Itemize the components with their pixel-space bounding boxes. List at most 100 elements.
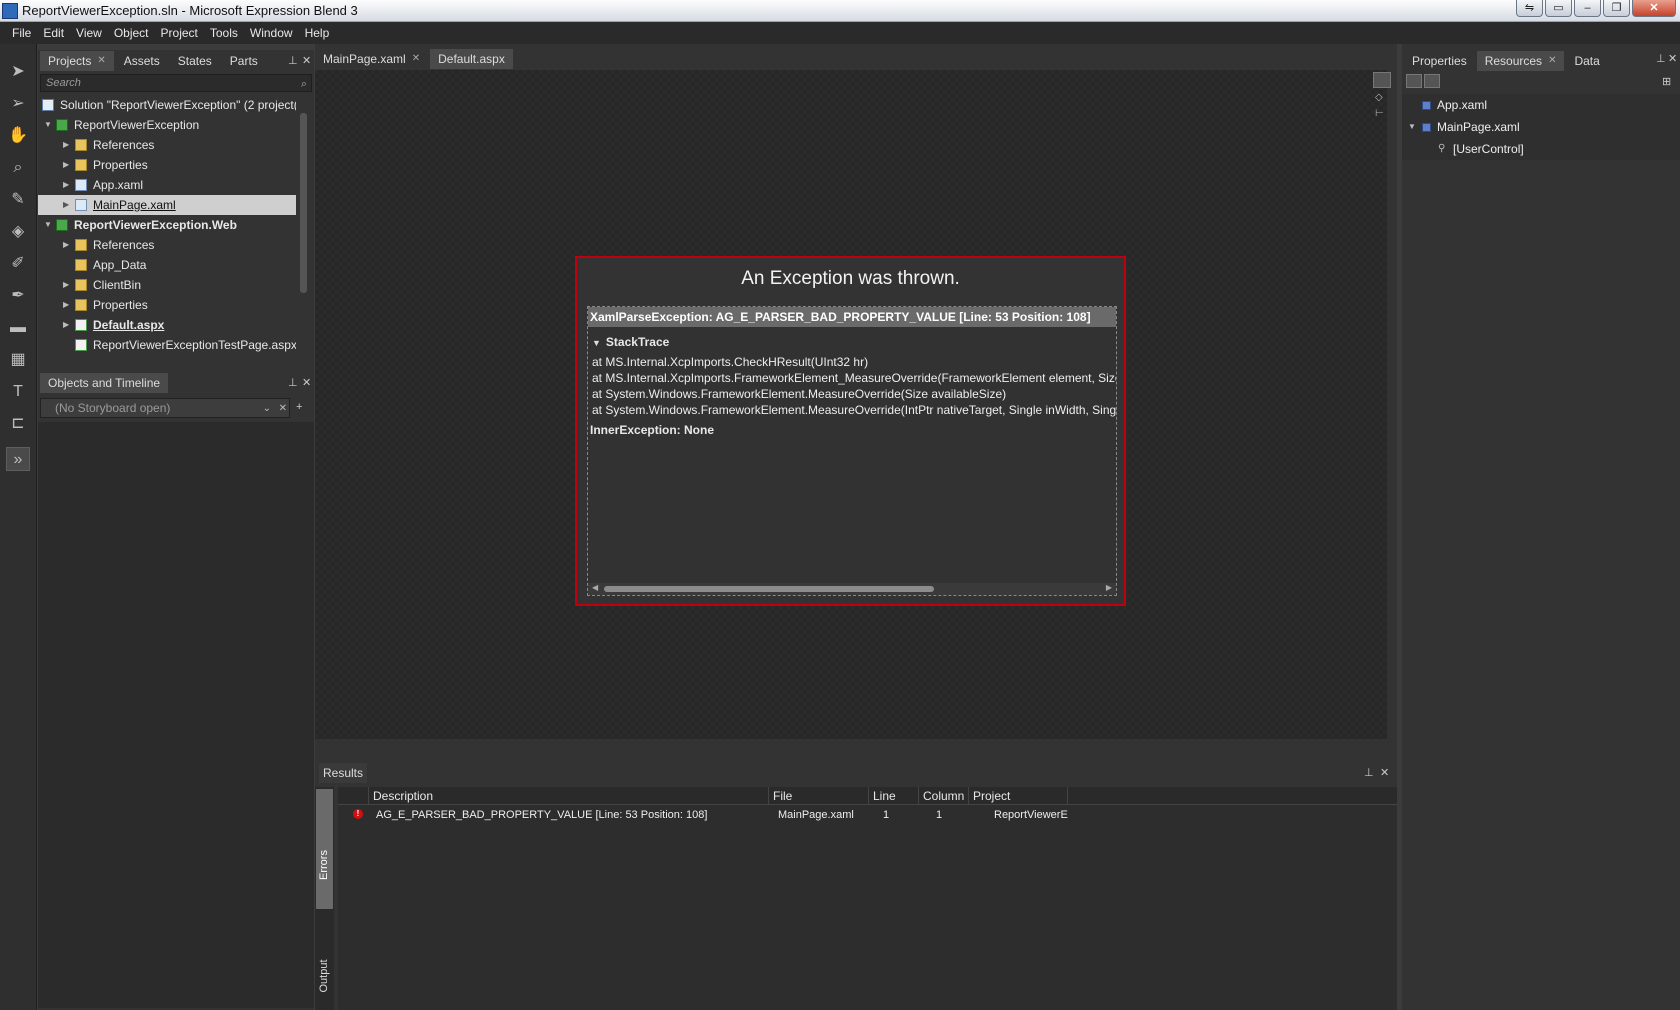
menu-tools[interactable]: Tools: [204, 22, 244, 44]
paint-bucket-icon[interactable]: ◈: [6, 220, 30, 244]
pin-icon[interactable]: ⊥: [288, 54, 298, 67]
tab-parts[interactable]: Parts: [222, 51, 266, 71]
tree-item-solution[interactable]: Solution "ReportViewerException" (2 proj…: [38, 95, 296, 115]
zoom-icon[interactable]: ⌕: [6, 156, 30, 180]
column-file[interactable]: File: [768, 787, 868, 805]
collapse-arrow-icon[interactable]: ▼: [592, 338, 601, 348]
resource-usercontrol[interactable]: ⚲ [UserControl]: [1402, 138, 1680, 160]
tree-scrollbar[interactable]: [296, 95, 312, 370]
close-icon[interactable]: ✕: [97, 51, 105, 71]
close-icon[interactable]: ✕: [1548, 51, 1556, 71]
close-icon[interactable]: ✕: [1668, 52, 1677, 65]
rectangle-icon[interactable]: ▬: [6, 316, 30, 340]
menu-file[interactable]: File: [6, 22, 37, 44]
scrollbar-thumb[interactable]: [604, 586, 934, 592]
menu-project[interactable]: Project: [155, 22, 204, 44]
expand-arrow-icon[interactable]: ▼: [44, 115, 52, 135]
brush-transform-icon[interactable]: ✐: [6, 252, 30, 276]
storyboard-options-icon[interactable]: ⌄: [263, 400, 271, 418]
asset-library-icon[interactable]: »: [6, 447, 30, 471]
tab-default-aspx[interactable]: Default.aspx: [430, 49, 513, 69]
exception-hscrollbar[interactable]: ◀ ▶: [588, 583, 1116, 595]
close-storyboard-icon[interactable]: ✕: [279, 400, 287, 418]
tab-mainpage-xaml[interactable]: MainPage.xaml ✕: [315, 49, 428, 69]
scroll-right-icon[interactable]: ▶: [1106, 583, 1112, 592]
project-search-input[interactable]: Search ⌕: [40, 74, 312, 92]
artboard-vscrollbar[interactable]: ◇ ⊢: [1373, 70, 1397, 739]
menu-help[interactable]: Help: [299, 22, 336, 44]
camera-orbit-icon[interactable]: ⊏: [6, 412, 30, 436]
expand-arrow-icon[interactable]: ▶: [63, 275, 69, 295]
menu-edit[interactable]: Edit: [37, 22, 70, 44]
pin-icon[interactable]: ⊥: [1656, 52, 1666, 65]
grid-layout-icon[interactable]: ▦: [6, 348, 30, 372]
close-icon[interactable]: ✕: [1380, 766, 1389, 779]
list-view-icon[interactable]: [1406, 74, 1422, 88]
tree-item-app-xaml[interactable]: ▶ App.xaml: [38, 175, 296, 195]
tree-item-default-aspx[interactable]: ▶ Default.aspx: [38, 315, 296, 335]
tree-item-web-project[interactable]: ▼ ReportViewerException.Web: [38, 215, 296, 235]
scroll-left-icon[interactable]: ◀: [592, 583, 598, 592]
tab-states[interactable]: States: [170, 51, 220, 71]
close-icon[interactable]: ✕: [412, 49, 420, 69]
expand-arrow-icon[interactable]: ▶: [63, 155, 69, 175]
expand-arrow-icon[interactable]: ▶: [63, 295, 69, 315]
search-icon[interactable]: ⌕: [301, 76, 307, 92]
storyboard-picker[interactable]: (No Storyboard open) ✕ ⌄: [40, 398, 290, 418]
design-view-icon[interactable]: [1373, 72, 1391, 88]
close-icon[interactable]: ✕: [302, 54, 311, 67]
menu-view[interactable]: View: [70, 22, 108, 44]
column-line[interactable]: Line: [868, 787, 918, 805]
resource-app-xaml[interactable]: App.xaml: [1402, 94, 1680, 116]
expand-arrow-icon[interactable]: ▼: [44, 215, 52, 235]
close-button[interactable]: ✕: [1632, 0, 1676, 17]
tree-item-references[interactable]: ▶ References: [38, 135, 296, 155]
artboard[interactable]: An Exception was thrown. XamlParseExcept…: [315, 70, 1387, 739]
tab-projects[interactable]: Projects ✕: [40, 51, 114, 71]
tab-properties[interactable]: Properties: [1404, 51, 1475, 71]
tab-data[interactable]: Data: [1566, 51, 1607, 71]
minimize-button[interactable]: –: [1574, 0, 1601, 17]
detail-view-icon[interactable]: [1424, 74, 1440, 88]
split-view-icon[interactable]: ⊢: [1375, 108, 1384, 119]
text-icon[interactable]: T: [6, 380, 30, 404]
tab-objects-timeline[interactable]: Objects and Timeline: [40, 373, 169, 393]
xaml-view-icon[interactable]: ◇: [1375, 92, 1383, 103]
expand-arrow-icon[interactable]: ▼: [1408, 116, 1416, 138]
new-resource-icon[interactable]: ⊞: [1662, 75, 1671, 88]
artboard-hscrollbar[interactable]: [315, 739, 1387, 751]
tab-assets[interactable]: Assets: [116, 51, 168, 71]
pin-icon[interactable]: ⊥: [1364, 766, 1374, 779]
tab-resources[interactable]: Resources ✕: [1476, 51, 1565, 71]
column-description[interactable]: Description: [368, 787, 768, 805]
restore-workspace-button[interactable]: ▭: [1545, 0, 1572, 17]
expand-arrow-icon[interactable]: ▶: [63, 315, 69, 335]
column-column[interactable]: Column: [918, 787, 968, 805]
scrollbar-thumb[interactable]: [300, 113, 307, 293]
expand-arrow-icon[interactable]: ▶: [63, 175, 69, 195]
selection-icon[interactable]: ➤: [6, 60, 30, 84]
stacktrace-toggle[interactable]: ▼ StackTrace: [592, 335, 669, 349]
tree-item-properties[interactable]: ▶ Properties: [38, 295, 296, 315]
tab-output[interactable]: Output: [316, 942, 333, 1010]
tree-item-testpage-aspx[interactable]: ReportViewerExceptionTestPage.aspx: [38, 335, 296, 355]
tree-item-clientbin[interactable]: ▶ ClientBin: [38, 275, 296, 295]
tree-item-properties[interactable]: ▶ Properties: [38, 155, 296, 175]
expand-arrow-icon[interactable]: ▶: [63, 235, 69, 255]
column-project[interactable]: Project: [968, 787, 1068, 805]
maximize-button[interactable]: ❐: [1603, 0, 1630, 17]
tab-errors[interactable]: Errors: [316, 789, 333, 909]
expand-arrow-icon[interactable]: ▶: [63, 135, 69, 155]
pan-icon[interactable]: ✋: [6, 124, 30, 148]
close-icon[interactable]: ✕: [302, 376, 311, 389]
tree-item-references[interactable]: ▶ References: [38, 235, 296, 255]
resource-mainpage-xaml[interactable]: ▼ MainPage.xaml: [1402, 116, 1680, 138]
tree-item-mainpage-xaml[interactable]: ▶ MainPage.xaml: [38, 195, 296, 215]
tree-item-app-data[interactable]: App_Data: [38, 255, 296, 275]
direct-selection-icon[interactable]: ➢: [6, 92, 30, 116]
expand-arrow-icon[interactable]: ▶: [63, 195, 69, 215]
add-storyboard-icon[interactable]: +: [296, 401, 302, 413]
menu-object[interactable]: Object: [108, 22, 155, 44]
menu-window[interactable]: Window: [244, 22, 299, 44]
tree-item-project[interactable]: ▼ ReportViewerException: [38, 115, 296, 135]
